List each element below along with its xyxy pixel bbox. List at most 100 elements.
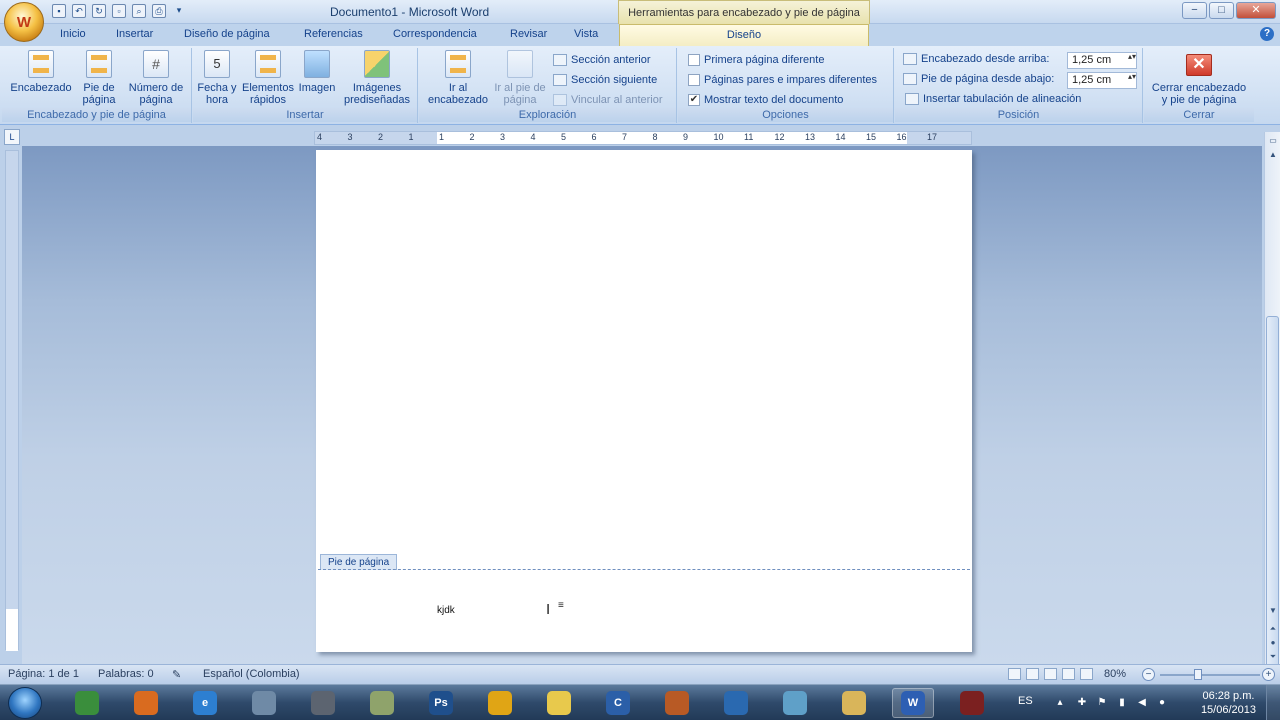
zoom-slider-thumb[interactable] bbox=[1194, 669, 1202, 680]
tab-selector[interactable]: L bbox=[4, 129, 20, 145]
show-hidden-icons-icon[interactable]: ▴ bbox=[1054, 697, 1066, 709]
header-button[interactable]: Encabezado bbox=[8, 50, 74, 94]
show-desktop-button[interactable] bbox=[1266, 685, 1280, 720]
tray-app-icon[interactable]: ✚ bbox=[1076, 697, 1088, 709]
ruler-number: 13 bbox=[805, 132, 816, 142]
page-count[interactable]: Página: 1 de 1 bbox=[8, 668, 79, 680]
page-number-button[interactable]: # Número de página bbox=[124, 50, 188, 106]
close-window-button[interactable]: ✕ bbox=[1236, 2, 1276, 19]
office-button[interactable]: W bbox=[4, 2, 44, 42]
taskbar-app-media[interactable] bbox=[479, 688, 521, 718]
tab-referencias[interactable]: Referencias bbox=[304, 28, 363, 40]
scroll-down-icon[interactable]: ▼ bbox=[1266, 604, 1280, 618]
page-number-button-label: Número de página bbox=[128, 82, 184, 106]
next-page-icon[interactable]: ⏷ bbox=[1266, 650, 1280, 664]
notification-icon[interactable]: ● bbox=[1156, 697, 1168, 709]
taskbar-app-recorder[interactable] bbox=[951, 688, 993, 718]
different-first-page-option[interactable]: Primera página diferente bbox=[688, 54, 824, 66]
zoom-in-icon[interactable]: + bbox=[1262, 668, 1275, 681]
language-indicator[interactable]: Español (Colombia) bbox=[203, 668, 300, 680]
clipart-button[interactable]: Imágenes prediseñadas bbox=[339, 50, 415, 106]
scroll-up-icon[interactable]: ▲ bbox=[1266, 148, 1280, 162]
taskbar-app-editor[interactable] bbox=[774, 688, 816, 718]
clock[interactable]: 06:28 p.m. 15/06/2013 bbox=[1201, 689, 1256, 717]
tab-revisar[interactable]: Revisar bbox=[510, 28, 547, 40]
tab-inicio[interactable]: Inicio bbox=[60, 28, 86, 40]
tab-diseno[interactable]: Diseño bbox=[619, 24, 869, 46]
minimize-button[interactable]: − bbox=[1182, 2, 1207, 19]
network-signal-icon[interactable]: ▮ bbox=[1116, 697, 1128, 709]
ruler-number: 11 bbox=[744, 132, 754, 142]
taskbar-app-firefox[interactable] bbox=[125, 688, 167, 718]
vertical-ruler[interactable] bbox=[5, 150, 19, 651]
print-icon[interactable]: ⎙ bbox=[152, 4, 166, 18]
input-language[interactable]: ES bbox=[1018, 695, 1033, 707]
horizontal-ruler[interactable]: 4 3 2 1 1 2 3 4 5 6 7 8 9 10 11 12 13 14 15 16 17 bbox=[314, 131, 972, 145]
proofing-icon[interactable]: ✎ bbox=[172, 668, 181, 681]
action-center-icon[interactable]: ⚑ bbox=[1096, 697, 1108, 709]
taskbar-app-game[interactable] bbox=[656, 688, 698, 718]
browse-object-icon[interactable]: ● bbox=[1266, 636, 1280, 650]
taskbar-app-chrome[interactable] bbox=[66, 688, 108, 718]
word-count[interactable]: Palabras: 0 bbox=[98, 668, 154, 680]
tab-diseno-pagina[interactable]: Diseño de página bbox=[184, 28, 270, 40]
taskbar-app-network[interactable] bbox=[243, 688, 285, 718]
redo-icon[interactable]: ↻ bbox=[92, 4, 106, 18]
taskbar-app-notes[interactable] bbox=[361, 688, 403, 718]
start-button[interactable] bbox=[8, 687, 42, 719]
next-section-label: Sección siguiente bbox=[571, 74, 658, 86]
taskbar-app-internet-explorer[interactable]: e bbox=[184, 688, 226, 718]
zoom-level[interactable]: 80% bbox=[1104, 668, 1126, 680]
different-odd-even-option[interactable]: Páginas pares e impares diferentes bbox=[688, 74, 877, 86]
tab-vista[interactable]: Vista bbox=[574, 28, 598, 40]
customize-qat-icon[interactable]: ▾ bbox=[172, 4, 186, 18]
date-time-button[interactable]: 5 Fecha y hora bbox=[197, 50, 237, 106]
checkbox-checked[interactable]: ✔ bbox=[688, 94, 700, 106]
footer-button[interactable]: Pie de página bbox=[74, 50, 124, 106]
globe-icon bbox=[724, 691, 748, 715]
draft-view-icon[interactable] bbox=[1080, 668, 1093, 680]
volume-icon[interactable]: ◀ bbox=[1136, 697, 1148, 709]
taskbar-app-photoshop[interactable]: Ps bbox=[420, 688, 462, 718]
undo-icon[interactable]: ↶ bbox=[72, 4, 86, 18]
maximize-button[interactable]: □ bbox=[1209, 2, 1234, 19]
explorer-icon bbox=[842, 691, 866, 715]
print-preview-icon[interactable]: ⌕ bbox=[132, 4, 146, 18]
help-icon[interactable]: ? bbox=[1260, 27, 1274, 41]
taskbar-app-sticky-notes[interactable] bbox=[538, 688, 580, 718]
close-header-footer-button[interactable]: ✕ Cerrar encabezado y pie de página bbox=[1148, 50, 1250, 106]
save-icon[interactable]: ▪ bbox=[52, 4, 66, 18]
checkbox-unchecked[interactable] bbox=[688, 54, 700, 66]
full-screen-reading-icon[interactable] bbox=[1026, 668, 1039, 680]
quick-parts-button[interactable]: Elementos rápidos bbox=[237, 50, 299, 106]
print-layout-view-icon[interactable] bbox=[1008, 668, 1021, 680]
previous-section-button[interactable]: Sección anterior bbox=[553, 54, 651, 66]
new-document-icon[interactable]: ▫ bbox=[112, 4, 126, 18]
vertical-scrollbar[interactable]: ▭ ▲ ▼ ⏶ ● ⏷ bbox=[1264, 132, 1280, 720]
go-to-header-button[interactable]: Ir al encabezado bbox=[425, 50, 491, 106]
document-page[interactable] bbox=[316, 150, 972, 652]
insert-alignment-tab-button[interactable]: Insertar tabulación de alineación bbox=[905, 93, 1081, 105]
link-to-previous-button[interactable]: Vincular al anterior bbox=[553, 94, 663, 106]
web-layout-icon[interactable] bbox=[1044, 668, 1057, 680]
header-from-top-input[interactable]: 1,25 cm bbox=[1067, 52, 1137, 69]
zoom-slider[interactable] bbox=[1160, 674, 1260, 676]
outline-view-icon[interactable] bbox=[1062, 668, 1075, 680]
tab-insertar[interactable]: Insertar bbox=[116, 28, 153, 40]
footer-text[interactable]: kjdk bbox=[437, 605, 455, 616]
show-document-text-option[interactable]: ✔ Mostrar texto del documento bbox=[688, 94, 843, 106]
checkbox-unchecked[interactable] bbox=[688, 74, 700, 86]
scroll-split-icon[interactable]: ▭ bbox=[1266, 134, 1280, 148]
go-to-footer-button[interactable]: Ir al pie de página bbox=[491, 50, 549, 106]
taskbar-app-explorer[interactable] bbox=[833, 688, 875, 718]
previous-page-icon[interactable]: ⏶ bbox=[1266, 622, 1280, 636]
taskbar-app-word[interactable]: W bbox=[892, 688, 934, 718]
zoom-out-icon[interactable]: − bbox=[1142, 668, 1155, 681]
picture-button[interactable]: Imagen bbox=[297, 50, 337, 94]
next-section-button[interactable]: Sección siguiente bbox=[553, 74, 657, 86]
taskbar-app-globe[interactable] bbox=[715, 688, 757, 718]
taskbar-app-ccleaner[interactable]: C bbox=[597, 688, 639, 718]
taskbar-app-camera[interactable] bbox=[302, 688, 344, 718]
footer-from-bottom-input[interactable]: 1,25 cm bbox=[1067, 72, 1137, 89]
tab-correspondencia[interactable]: Correspondencia bbox=[393, 28, 477, 40]
